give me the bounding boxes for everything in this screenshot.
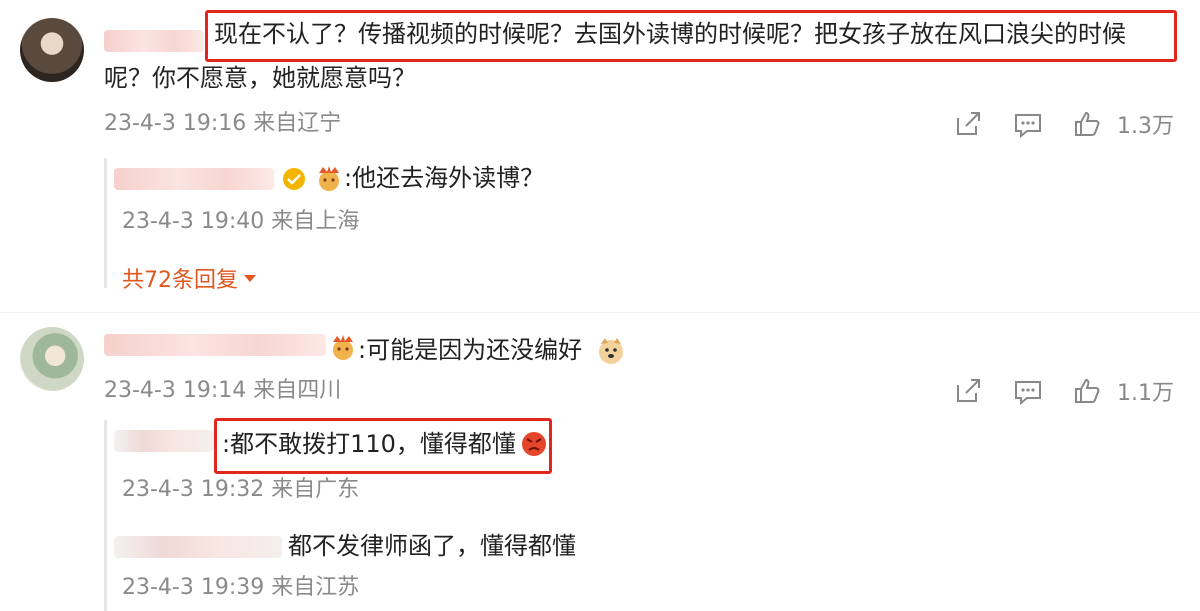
share-button[interactable] [954,377,982,405]
reply-meta: 23-4-3 19:39 来自江苏 [122,575,360,600]
share-icon [957,112,980,135]
thumbs-up-icon [1075,378,1100,403]
like-count: 1.3万 [1117,114,1174,139]
comment-divider [0,312,1200,313]
share-icon [957,379,980,402]
doge-emoji [596,336,626,366]
reply-username-blurred[interactable] [114,536,282,558]
angry-emoji [520,430,548,458]
reply-meta: 23-4-3 19:40 来自上海 [122,209,360,234]
comment-button[interactable] [1013,111,1043,139]
comment-text-continued: 呢？你不愿意，她就愿意吗？ [104,64,416,92]
reply-meta: 23-4-3 19:32 来自广东 [122,477,360,502]
avatar[interactable] [20,18,84,82]
reply-text: :他还去海外读博？ [344,164,545,192]
more-replies-link[interactable]: 共72条回复 [122,262,258,294]
caret-down-icon [244,275,256,282]
fan-crown-icon [319,166,339,191]
username-blurred[interactable] [104,30,204,52]
angry-emoji-icon [522,432,546,456]
username-blurred[interactable] [104,334,326,356]
fan-badge [314,164,344,192]
verified-badge [282,167,306,191]
comment-meta: 23-4-3 19:14 来自四川 [104,378,342,403]
more-replies-label: 共72条回复 [122,268,238,293]
fan-crown-icon [333,335,353,360]
reply-text: :都不敢拨打110，懂得都懂 [222,430,516,458]
fan-badge [328,332,358,362]
like-button[interactable]: 1.3万 [1073,108,1174,140]
like-button[interactable]: 1.1万 [1073,375,1174,407]
comment-text: 现在不认了？传播视频的时候呢？去国外读博的时候呢？把女孩子放在风口浪尖的时候 [214,20,1126,48]
comment-meta: 23-4-3 19:16 来自辽宁 [104,111,342,136]
comment-icon [1015,381,1041,406]
avatar[interactable] [20,327,84,391]
reply-text: 都不发律师函了，懂得都懂 [288,532,576,560]
doge-emoji-icon [599,338,623,364]
share-button[interactable] [954,110,982,138]
like-count: 1.1万 [1117,381,1174,406]
comment-icon [1015,114,1041,139]
reply-divider [104,158,107,288]
comment-text: :可能是因为还没编好 [358,336,583,364]
thumbs-up-icon [1075,111,1100,136]
reply-divider [104,420,107,611]
verified-badge-icon [283,168,305,190]
reply-username-blurred[interactable] [114,168,274,190]
comment-button[interactable] [1013,378,1043,406]
reply-username-blurred[interactable] [114,430,214,452]
